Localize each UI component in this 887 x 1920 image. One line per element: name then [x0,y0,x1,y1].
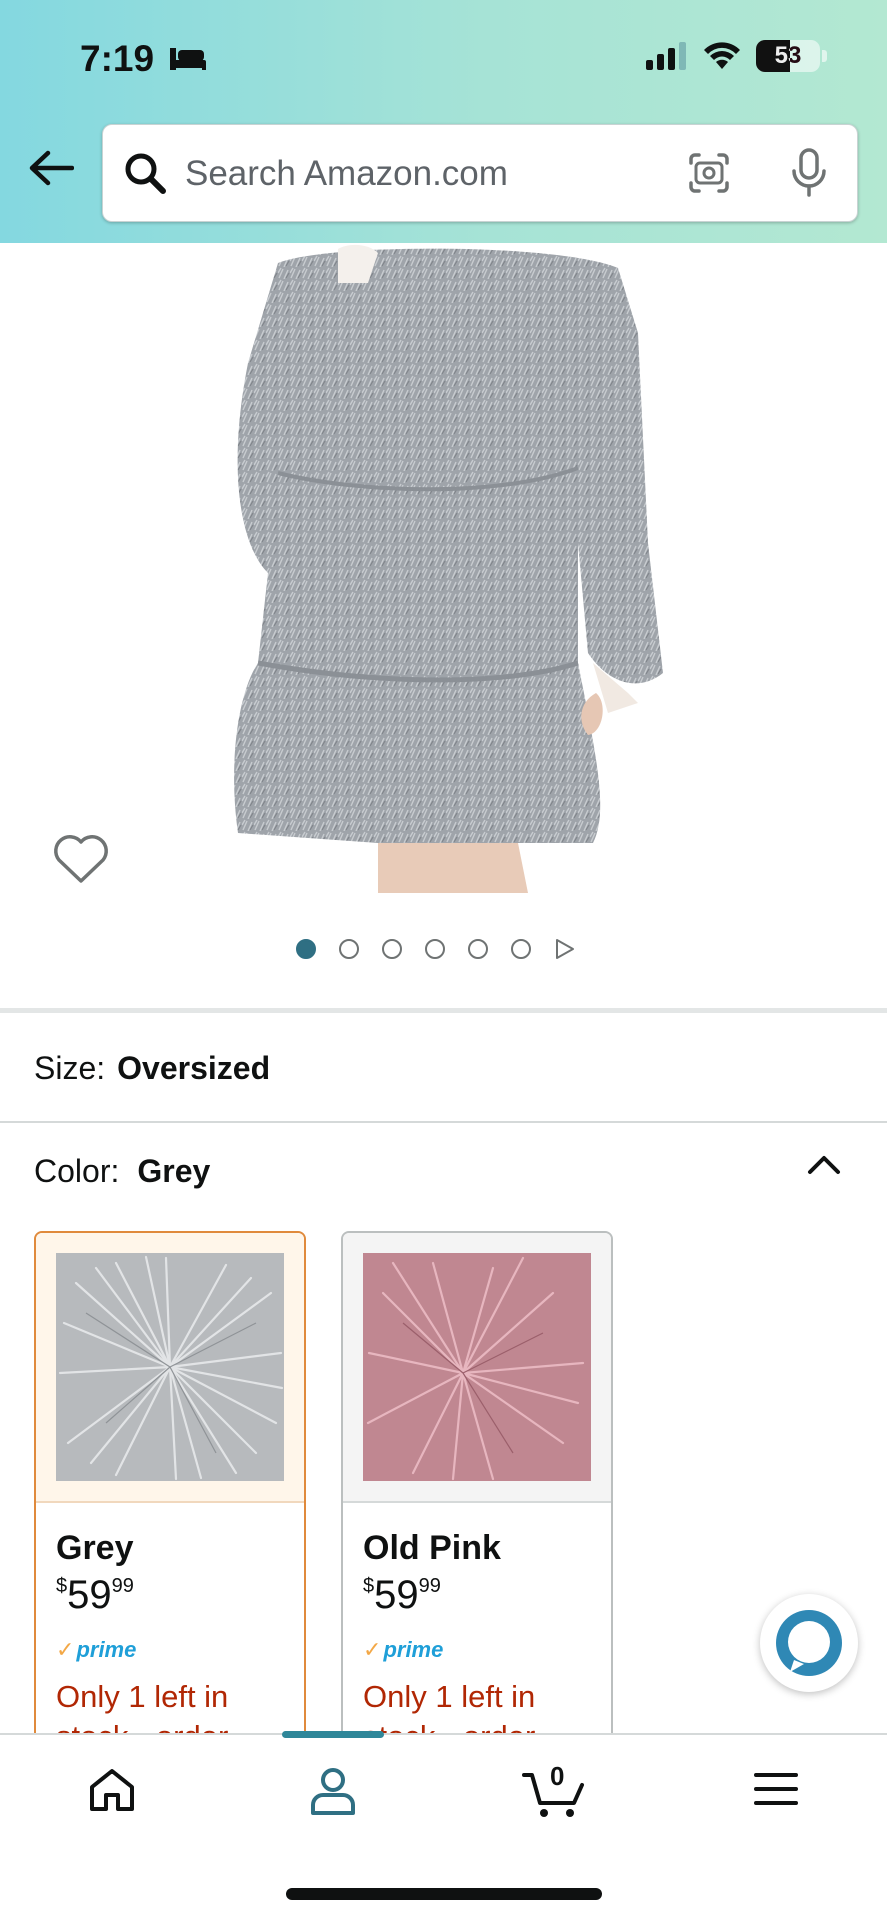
section-divider [0,1121,887,1123]
color-value: Grey [137,1153,211,1189]
swatch-price: $5999 [56,1573,134,1617]
search-input[interactable] [185,149,605,199]
wifi-icon [704,42,740,69]
nav-home[interactable] [88,1767,136,1818]
size-value: Oversized [117,1050,271,1086]
camera-lens-icon[interactable] [687,151,731,200]
header-bar: 7:19 53 [0,0,887,243]
color-label: Color: [34,1153,120,1189]
swatch-image [363,1253,591,1481]
active-tab-indicator [282,1731,384,1738]
nav-cart[interactable]: 0 [522,1761,586,1824]
status-time: 7:19 [80,38,155,79]
carousel-dot[interactable] [382,939,402,959]
prime-badge: ✓prime [363,1637,444,1662]
wishlist-heart-icon[interactable] [52,833,110,890]
carousel-dot[interactable] [425,939,445,959]
nav-menu[interactable] [754,1771,798,1812]
alexa-button[interactable] [760,1594,858,1692]
carousel-dot[interactable] [339,939,359,959]
cellular-signal-icon [646,42,686,70]
carousel-dot[interactable] [296,939,316,959]
battery-level: 53 [774,42,802,69]
home-indicator [286,1888,602,1900]
back-arrow-icon[interactable] [28,150,75,191]
size-label: Size: [34,1050,106,1086]
search-icon [123,151,169,202]
sleep-focus-icon [168,44,208,77]
color-swatch-old-pink[interactable]: Old Pink $5999 ✓prime Only 1 left in sto… [341,1231,613,1751]
color-selector-header[interactable]: Color: Grey [34,1153,210,1190]
product-image-carousel[interactable] [0,243,887,1013]
status-icons: 53 [646,40,827,72]
home-icon [90,1769,134,1811]
microphone-icon[interactable] [789,147,829,204]
swatch-image [56,1253,284,1481]
swatch-price: $5999 [363,1573,441,1617]
alexa-icon [776,1610,842,1676]
battery-icon: 53 [756,40,820,72]
swatch-name: Grey [56,1529,134,1567]
carousel-indicator [296,937,576,961]
search-bar[interactable] [102,124,858,222]
cart-count: 0 [550,1761,565,1791]
nav-account[interactable] [310,1767,356,1820]
carousel-dot[interactable] [468,939,488,959]
video-play-icon[interactable] [554,937,576,961]
account-icon [311,1768,355,1815]
section-divider [0,1008,887,1013]
swatch-name: Old Pink [363,1529,501,1567]
carousel-dot[interactable] [511,939,531,959]
menu-icon [754,1773,798,1805]
prime-badge: ✓prime [56,1637,137,1662]
chevron-up-icon[interactable] [804,1150,844,1183]
product-image [234,244,663,893]
size-selector[interactable]: Size: Oversized [34,1050,270,1087]
color-swatch-grey[interactable]: Grey $5999 ✓prime Only 1 left in stock -… [34,1231,306,1751]
